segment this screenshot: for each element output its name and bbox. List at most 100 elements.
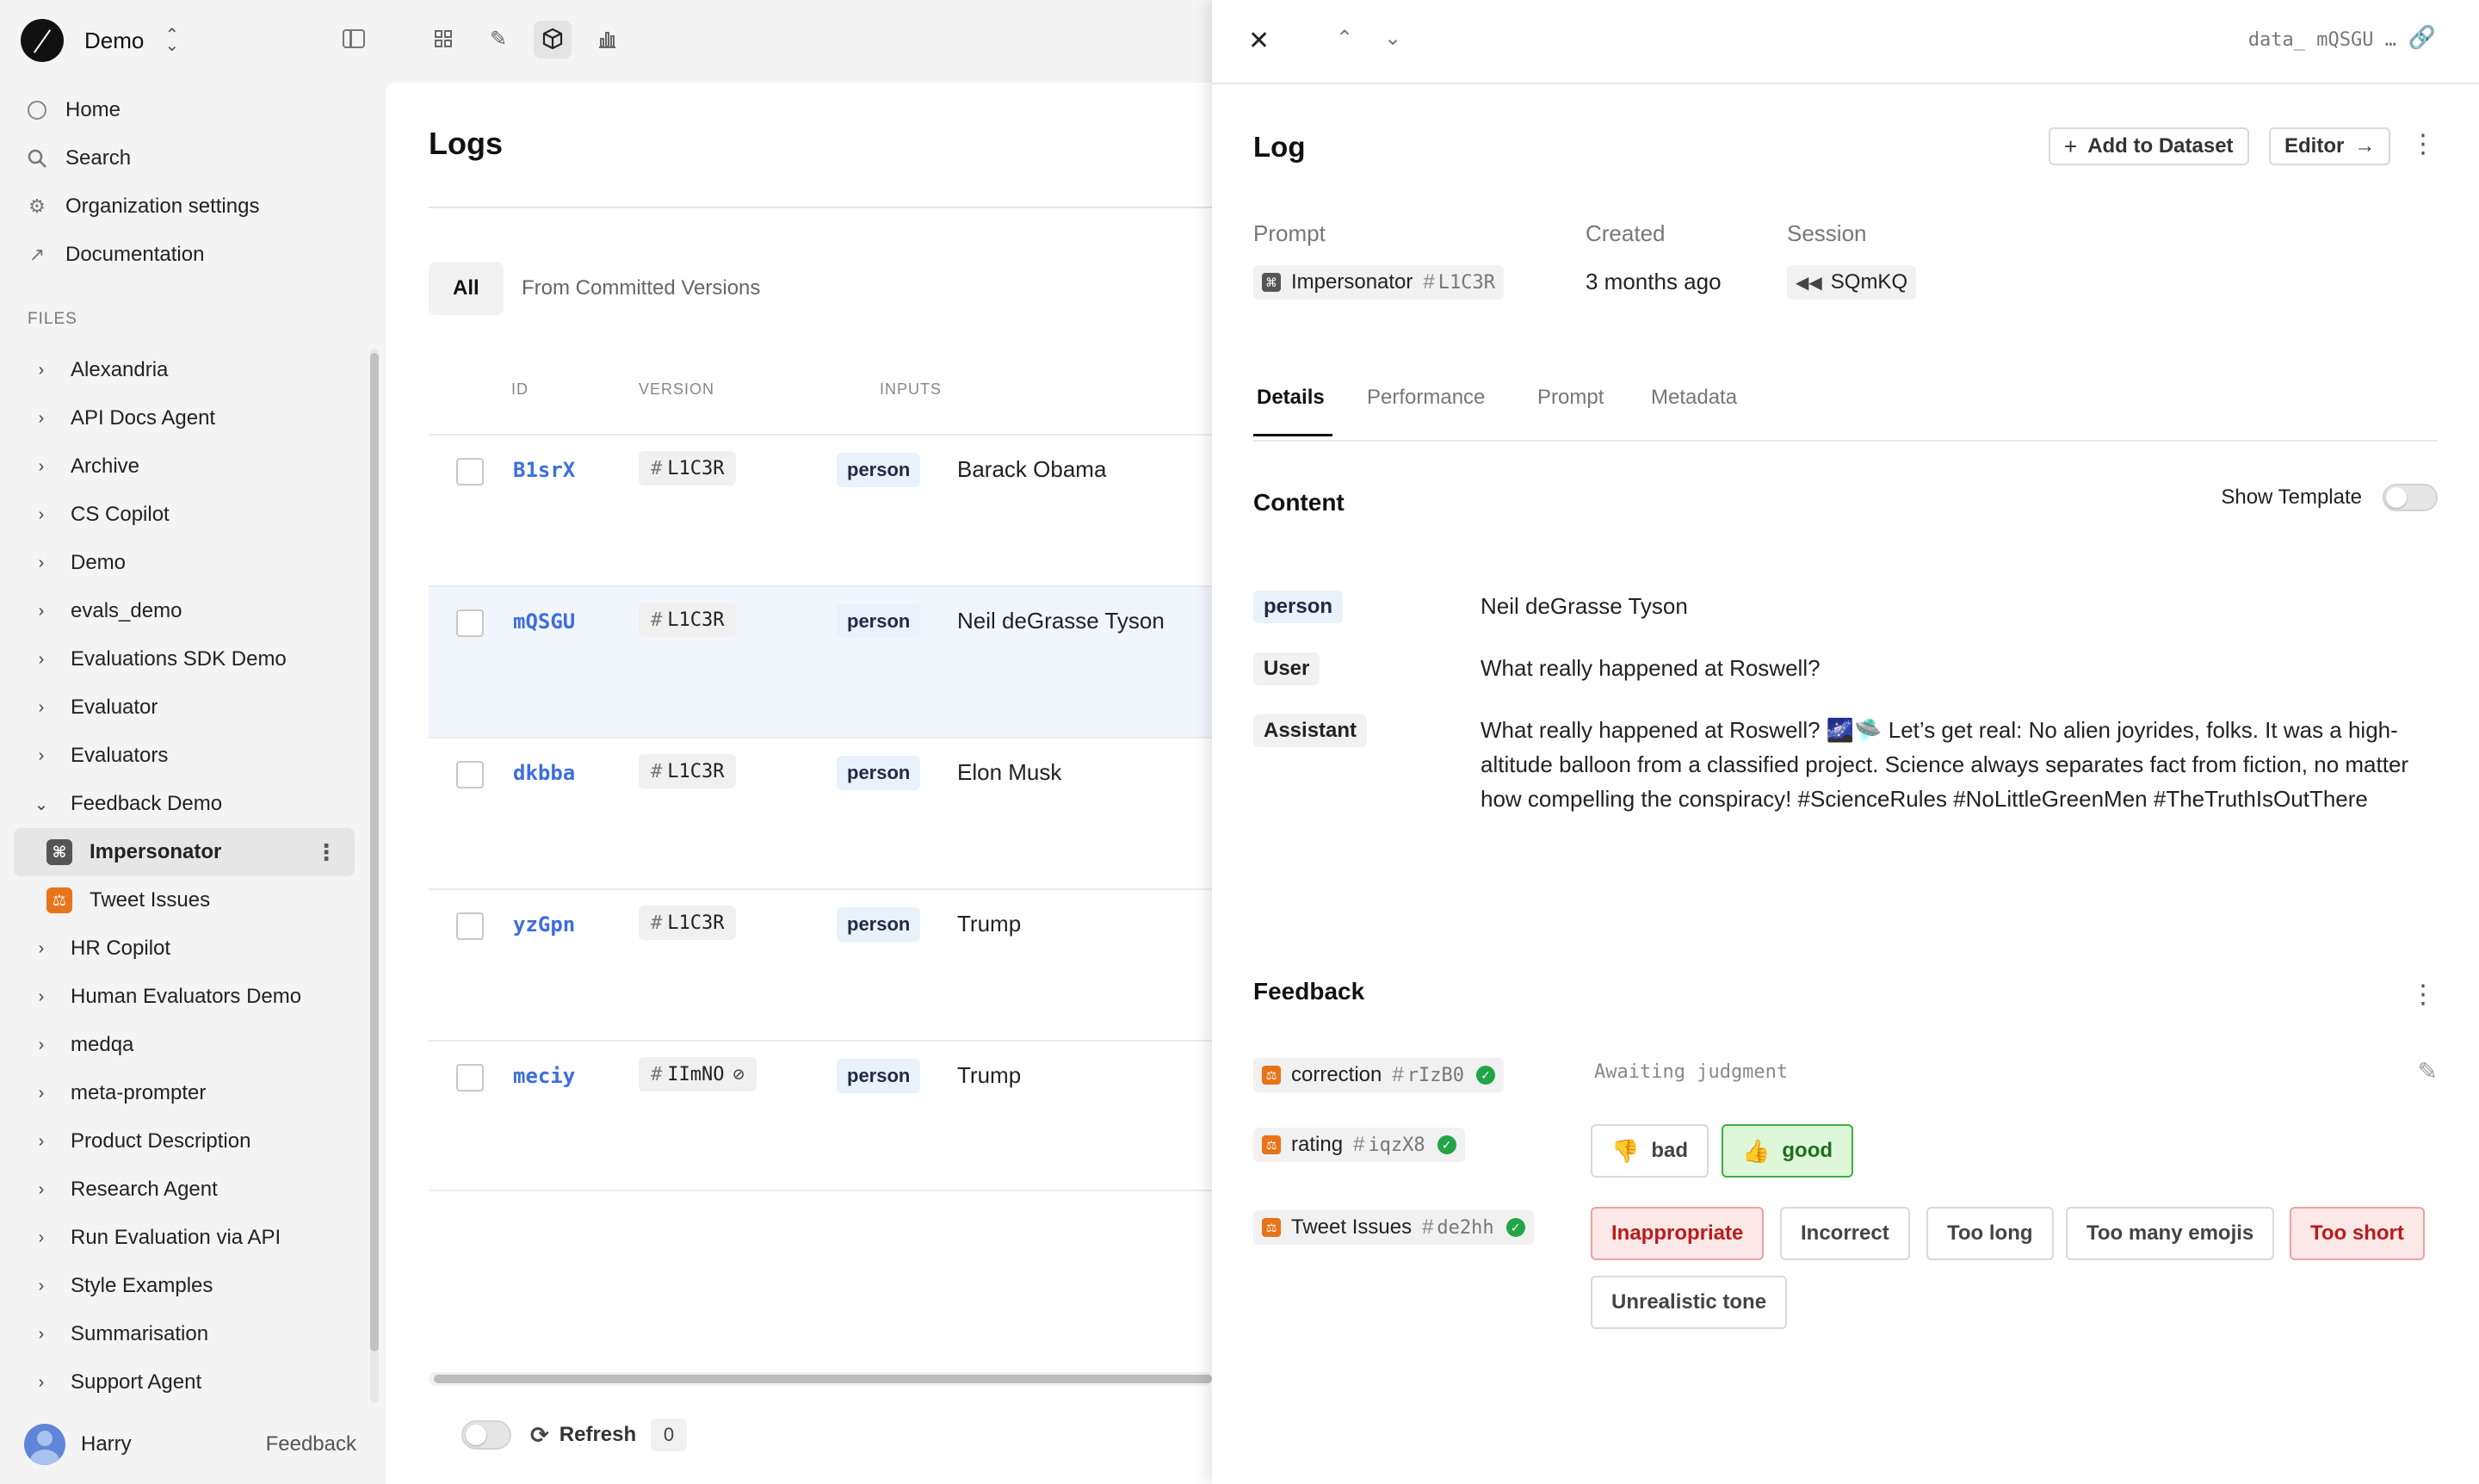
chevron-down-icon[interactable]: ⌄ [1384, 26, 1401, 51]
prompt-chip[interactable]: ⌘ Impersonator # L1C3R [1253, 265, 1504, 300]
chevron-right-icon[interactable]: › [31, 1227, 52, 1248]
file-item-demo[interactable]: › Demo [14, 539, 355, 587]
table-row[interactable]: dkbba # L1C3R person Elon Musk [429, 737, 1212, 888]
file-item-api-docs-agent[interactable]: › API Docs Agent [14, 394, 355, 442]
file-item-summarisation[interactable]: › Summarisation [14, 1310, 355, 1358]
table-row[interactable]: meciy # IImNO ⊘ person Trump [429, 1040, 1212, 1191]
chevron-right-icon[interactable]: › [31, 697, 52, 718]
tab-all[interactable]: All [429, 262, 504, 315]
nav-item-organization-settings[interactable]: ⚙ Organization settings [26, 182, 259, 231]
file-item-evaluations-sdk-demo[interactable]: › Evaluations SDK Demo [14, 635, 355, 683]
editor-button[interactable]: Editor → [2269, 127, 2391, 165]
issue-option-inappropriate[interactable]: Inappropriate [1591, 1207, 1765, 1260]
grid-icon[interactable] [430, 26, 456, 52]
log-path[interactable]: data_ mQSGU … [2248, 29, 2396, 51]
issue-option-incorrect[interactable]: Incorrect [1780, 1207, 1910, 1260]
file-item-meta-prompter[interactable]: › meta-prompter [14, 1069, 355, 1117]
file-item-cs-copilot[interactable]: › CS Copilot [14, 491, 355, 539]
more-vertical-icon[interactable]: ⋮ [2410, 129, 2436, 159]
file-item-support-agent[interactable]: › Support Agent [14, 1358, 355, 1407]
row-checkbox[interactable] [456, 609, 484, 637]
file-item-product-description[interactable]: › Product Description [14, 1117, 355, 1166]
tab-metadata[interactable]: Metadata [1651, 386, 1737, 410]
log-id[interactable]: B1srX [513, 458, 575, 482]
chevron-right-icon[interactable]: › [31, 408, 52, 429]
auto-refresh-toggle[interactable] [461, 1420, 511, 1450]
row-checkbox[interactable] [456, 761, 484, 788]
nav-item-search[interactable]: Search [26, 134, 259, 182]
show-template-toggle[interactable] [2383, 484, 2438, 511]
column-header-version[interactable]: VERSION [639, 380, 714, 399]
log-id[interactable]: mQSGU [513, 609, 575, 634]
pencil-icon[interactable]: ✎ [2418, 1057, 2438, 1085]
issue-option-too-short[interactable]: Too short [2290, 1207, 2425, 1260]
chevron-right-icon[interactable]: › [31, 360, 52, 380]
session-chip[interactable]: ◀◀ SQmKQ [1787, 265, 1917, 300]
user-name[interactable]: Harry [81, 1432, 132, 1456]
row-checkbox[interactable] [456, 912, 484, 940]
tab-performance[interactable]: Performance [1367, 386, 1485, 410]
table-row[interactable]: yzGpn # L1C3R person Trump [429, 888, 1212, 1040]
feedback-link[interactable]: Feedback [266, 1432, 356, 1456]
tab-details[interactable]: Details [1257, 386, 1325, 410]
tab-from-committed-versions[interactable]: From Committed Versions [498, 262, 784, 315]
sidebar-toggle-icon[interactable] [343, 29, 365, 48]
chevron-right-icon[interactable]: › [31, 1035, 52, 1055]
more-vertical-icon[interactable]: ⋮ [2410, 980, 2436, 1010]
evaluator-chip[interactable]: ⚖ rating # iqzX8 ✓ [1253, 1128, 1465, 1162]
horizontal-scrollbar-thumb[interactable] [434, 1375, 1212, 1383]
file-item-hr-copilot[interactable]: › HR Copilot [14, 924, 355, 973]
log-id[interactable]: dkbba [513, 761, 575, 785]
chevron-right-icon[interactable]: › [31, 1179, 52, 1200]
more-vertical-icon[interactable]: ⋮ [315, 839, 337, 866]
bar-chart-icon[interactable] [594, 26, 620, 52]
file-item-medqa[interactable]: › medqa [14, 1021, 355, 1069]
column-header-id[interactable]: ID [511, 380, 529, 399]
column-header-inputs[interactable]: INPUTS [880, 380, 942, 399]
file-item-tweet-issues[interactable]: ⚖ Tweet Issues [14, 876, 355, 924]
rating-bad-button[interactable]: 👎 bad [1591, 1124, 1709, 1178]
table-row[interactable]: B1srX # L1C3R person Barack Obama [429, 434, 1212, 585]
file-item-style-examples[interactable]: › Style Examples [14, 1262, 355, 1310]
file-item-run-evaluation-via-api[interactable]: › Run Evaluation via API [14, 1214, 355, 1262]
file-item-evaluators[interactable]: › Evaluators [14, 732, 355, 780]
chevron-right-icon[interactable]: › [31, 456, 52, 477]
chevron-right-icon[interactable]: › [31, 938, 52, 959]
link-icon[interactable]: 🔗 [2408, 24, 2436, 51]
refresh-button[interactable]: ⟳ Refresh [530, 1420, 636, 1450]
chevron-down-icon[interactable]: ⌄ [31, 794, 52, 814]
row-checkbox[interactable] [456, 1064, 484, 1091]
issue-option-unrealistic-tone[interactable]: Unrealistic tone [1591, 1276, 1788, 1329]
chevron-right-icon[interactable]: › [31, 553, 52, 573]
evaluator-chip[interactable]: ⚖ correction # rIzB0 ✓ [1253, 1058, 1504, 1092]
chevron-right-icon[interactable]: › [31, 1324, 52, 1345]
file-item-feedback-demo[interactable]: ⌄ Feedback Demo [14, 780, 355, 828]
pencil-icon[interactable]: ✎ [485, 26, 511, 52]
log-id[interactable]: yzGpn [513, 912, 575, 937]
file-item-human-evaluators-demo[interactable]: › Human Evaluators Demo [14, 973, 355, 1021]
chevron-right-icon[interactable]: › [31, 601, 52, 621]
tab-prompt[interactable]: Prompt [1537, 386, 1604, 410]
chevron-up-icon[interactable]: ⌃ [1336, 26, 1353, 51]
issue-option-too-many-emojis[interactable]: Too many emojis [2066, 1207, 2275, 1260]
chevron-right-icon[interactable]: › [31, 1131, 52, 1152]
file-item-alexandria[interactable]: › Alexandria [14, 346, 355, 394]
chevron-right-icon[interactable]: › [31, 649, 52, 670]
sidebar-scrollbar-thumb[interactable] [370, 353, 379, 1351]
chevron-right-icon[interactable]: › [31, 1372, 52, 1393]
add-to-dataset-button[interactable]: + Add to Dataset [2049, 127, 2249, 165]
file-item-archive[interactable]: › Archive [14, 442, 355, 491]
nav-item-home[interactable]: Home [26, 86, 259, 134]
rating-good-button[interactable]: 👍 good [1722, 1124, 1854, 1178]
chevron-right-icon[interactable]: › [31, 504, 52, 525]
avatar[interactable] [24, 1424, 65, 1465]
file-item-evaluator[interactable]: › Evaluator [14, 683, 355, 732]
workspace-switcher[interactable]: Demo ⌃ ⌄ [21, 19, 179, 62]
nav-item-documentation[interactable]: ↗ Documentation [26, 231, 259, 279]
row-checkbox[interactable] [456, 458, 484, 485]
chevron-right-icon[interactable]: › [31, 986, 52, 1007]
log-id[interactable]: meciy [513, 1064, 575, 1088]
table-row[interactable]: mQSGU # L1C3R person Neil deGrasse Tyson [429, 585, 1212, 737]
issue-option-too-long[interactable]: Too long [1926, 1207, 2054, 1260]
evaluator-chip[interactable]: ⚖ Tweet Issues # de2hh ✓ [1253, 1210, 1534, 1245]
